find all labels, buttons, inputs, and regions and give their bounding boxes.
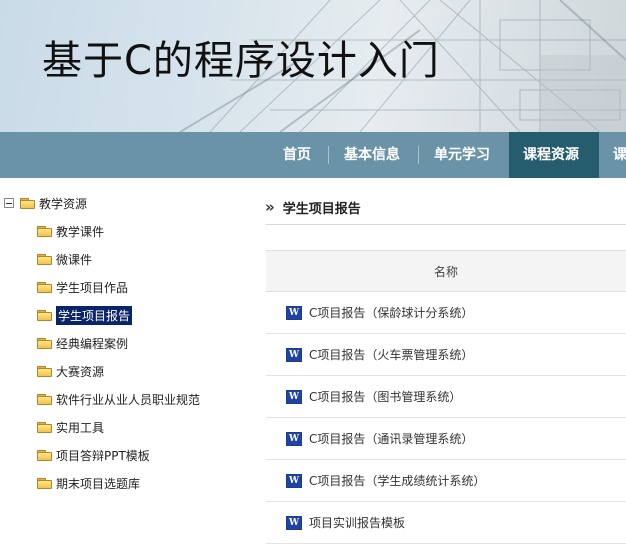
word-document-icon: W [286,305,302,320]
tree-item-label: 期末项目选题库 [56,476,141,491]
main-nav: 首页 基本信息 单元学习 课程资源 课 [0,132,626,178]
file-table: 名称 W C项目报告（保龄球计分系统） W C项目报告（火车票管理系统） W C… [266,250,626,544]
tree-item-professional-norms[interactable]: 软件行业从业人员职业规范 [37,390,200,408]
file-link[interactable]: C项目报告（保龄球计分系统） [309,304,473,321]
nav-home[interactable]: 首页 [283,132,311,178]
tree-item-label: 大赛资源 [56,364,105,379]
file-link[interactable]: C项目报告（学生成绩统计系统） [309,472,485,489]
tree-item-student-works[interactable]: 学生项目作品 [37,278,128,296]
folder-icon [37,365,52,377]
nav-separator [418,146,419,164]
tree-item-tools[interactable]: 实用工具 [37,418,104,436]
tree-item-contest-resources[interactable]: 大赛资源 [37,362,104,380]
folder-icon [37,281,52,293]
nav-more[interactable]: 课 [613,132,626,178]
folder-icon [37,225,52,237]
file-link[interactable]: C项目报告（图书管理系统） [309,388,461,405]
tree-item-label: 软件行业从业人员职业规范 [56,392,201,407]
tree-root[interactable]: 教学资源 [4,194,87,212]
word-document-icon: W [286,515,302,530]
table-row[interactable]: W C项目报告（通讯录管理系统） [266,418,626,460]
table-row[interactable]: W C项目报告（图书管理系统） [266,376,626,418]
tree-item-final-topics[interactable]: 期末项目选题库 [37,474,140,492]
site-title: 基于C的程序设计入门 [42,38,440,84]
double-chevron-right-icon: » [265,198,275,216]
nav-basic-info[interactable]: 基本信息 [344,132,400,178]
tree-collapse-icon[interactable] [4,198,14,208]
folder-icon [37,309,52,321]
word-document-icon: W [286,431,302,446]
content-title: 学生项目报告 [282,201,361,217]
table-row[interactable]: W C项目报告（学生成绩统计系统） [266,460,626,502]
tree-item-micro-courseware[interactable]: 微课件 [37,250,92,268]
tree-root-label: 教学资源 [39,196,88,211]
folder-icon [37,421,52,433]
word-document-icon: W [286,347,302,362]
tree-item-label: 学生项目报告 [56,305,133,325]
column-header-name: 名称 [433,264,458,279]
table-row[interactable]: W 项目实训报告模板 [266,502,626,544]
word-document-icon: W [286,389,302,404]
tree-item-label: 经典编程案例 [56,336,129,351]
table-row[interactable]: W C项目报告（火车票管理系统） [266,334,626,376]
file-link[interactable]: 项目实训报告模板 [309,514,405,531]
folder-icon [37,337,52,349]
tree-item-classic-cases[interactable]: 经典编程案例 [37,334,128,352]
tree-item-label: 实用工具 [56,420,105,435]
file-link[interactable]: C项目报告（通讯录管理系统） [309,430,473,447]
tree-item-label: 项目答辩PPT模板 [56,448,150,463]
nav-separator [328,146,329,164]
tree-item-courseware[interactable]: 教学课件 [37,222,104,240]
folder-icon [37,477,52,489]
table-row[interactable]: W C项目报告（保龄球计分系统） [266,292,626,334]
content-heading: » 学生项目报告 [265,196,361,218]
folder-icon [37,253,52,265]
divider [266,224,626,225]
folder-icon [37,393,52,405]
folder-icon [20,197,35,209]
word-document-icon: W [286,473,302,488]
tree-item-ppt-templates[interactable]: 项目答辩PPT模板 [37,446,150,464]
tree-item-label: 学生项目作品 [56,280,129,295]
folder-icon [37,449,52,461]
table-header: 名称 [266,250,626,292]
tree-item-label: 微课件 [56,252,93,267]
file-link[interactable]: C项目报告（火车票管理系统） [309,346,473,363]
header-banner: 基于C的程序设计入门 [0,0,626,132]
nav-unit-study[interactable]: 单元学习 [434,132,490,178]
tree-item-student-reports[interactable]: 学生项目报告 [37,305,133,325]
tree-item-label: 教学课件 [56,224,105,239]
nav-course-resources[interactable]: 课程资源 [509,132,599,178]
